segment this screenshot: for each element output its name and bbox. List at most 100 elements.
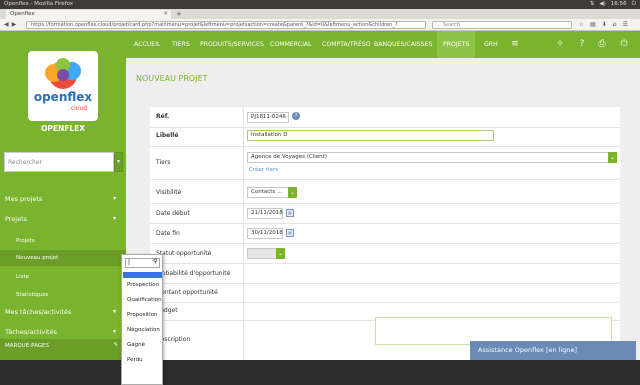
sidebar-item-label: Tâches/activités [5, 328, 57, 336]
nav-tiers[interactable]: TIERS [172, 31, 190, 58]
page-title: NOUVEAU PROJET [136, 74, 208, 83]
statut-dropdown-list: | ⚲ Prospection Qualification Propositio… [121, 254, 163, 385]
sidebar-item-mes-taches[interactable]: Mes tâches/activités ▾ [0, 308, 126, 316]
svg-text:openflex: openflex [34, 90, 93, 104]
sidebar-search-input[interactable]: Rechercher [4, 152, 114, 172]
url-bar[interactable]: https://formation.openflex.cloud/projet/… [26, 21, 426, 29]
dropdown-highlighted-option[interactable] [123, 272, 162, 278]
chevron-down-icon[interactable]: ⌄ [288, 187, 297, 198]
option-perdu[interactable]: Perdu [127, 357, 143, 363]
row-divider [150, 283, 620, 284]
option-proposition[interactable]: Proposition [127, 312, 158, 318]
statut-select[interactable] [247, 248, 277, 259]
tiers-label: Tiers [156, 159, 171, 166]
tiers-select[interactable]: Agence de Voyages (Client) [247, 152, 609, 163]
sidebar-item-mes-projets[interactable]: Mes projets ▾ [0, 195, 126, 203]
ref-input[interactable]: PJ1811-0246 [247, 112, 289, 123]
row-divider [150, 146, 620, 147]
option-negociation[interactable]: Négociation [127, 327, 160, 333]
sidebar-sub-liste[interactable]: Liste [0, 270, 126, 284]
logo-graphic: openflex .cloud [34, 58, 93, 112]
sidebar-search-dropdown[interactable]: ▾ [114, 152, 123, 172]
nav-accueil[interactable]: ACCUEIL [134, 31, 160, 58]
nav-compta-treso[interactable]: COMPTA/TRÉSO [322, 31, 371, 58]
date-fin-input[interactable]: 30/11/2018 [247, 228, 283, 239]
column-divider [243, 107, 244, 360]
chevron-down-icon[interactable]: ⌄ [608, 152, 617, 163]
browser-tab-bar: Openflex ✕ + [0, 9, 640, 19]
caret-down-icon: ▾ [112, 215, 116, 222]
creer-tiers-link[interactable]: Créer tiers [249, 167, 278, 173]
option-gagne[interactable]: Gagné [127, 342, 145, 348]
tab-title: Openflex [10, 11, 35, 17]
ref-label: Réf. [156, 113, 170, 120]
date-fin-label: Date fin [156, 230, 180, 237]
nav-produits-services[interactable]: PRODUITS/SERVICES [200, 31, 264, 58]
sidebar-item-projets[interactable]: Projets ▾ [0, 215, 126, 223]
logout-icon[interactable]: ⏻ [618, 38, 630, 50]
date-debut-label: Date début [156, 210, 190, 217]
os-tray: ⇅ ◀) 16:56 ⏻ [590, 0, 636, 9]
row-divider [150, 179, 620, 180]
top-nav: ACCUEIL TIERS PRODUITS/SERVICES COMMERCI… [126, 31, 640, 58]
sidebar-item-label: Mes projets [5, 195, 43, 203]
browser-menu-icons[interactable]: ☆▤⬇⌂☰ [579, 21, 634, 28]
sidebar-item-taches[interactable]: Tâches/activités ▾ [0, 328, 126, 336]
app: openflex .cloud OPENFLEX Rechercher ▾ Me… [0, 31, 640, 385]
row-divider [150, 127, 620, 128]
nav-grh[interactable]: GRH [484, 31, 498, 58]
libelle-input[interactable]: Installation D [247, 130, 494, 141]
sidebar-sub-projets[interactable]: Projets [0, 234, 126, 248]
nav-banques-caisses[interactable]: BANQUES/CAISSES [374, 31, 433, 58]
hamburger-menu-icon[interactable]: ≡ [509, 38, 521, 50]
os-top-bar: Openflex - Mozilla Firefox ⇅ ◀) 16:56 ⏻ [0, 0, 640, 9]
statut-label: Statut opportunité [156, 250, 212, 257]
browser-tab[interactable]: Openflex ✕ + [6, 10, 182, 19]
help-icon[interactable]: ? [576, 38, 588, 50]
brand-name: OPENFLEX [40, 124, 86, 133]
option-prospection[interactable]: Prospection [127, 282, 159, 288]
browser-search-input[interactable]: Search [432, 21, 572, 29]
caret-down-icon: ▾ [112, 328, 116, 335]
volume-icon[interactable]: ◀) [599, 0, 605, 9]
sidebar-sub-statistiques[interactable]: Statistiques [0, 288, 126, 302]
clock: 16:56 [610, 1, 627, 7]
montant-label: Montant opportunité [156, 289, 218, 296]
option-qualification[interactable]: Qualification [127, 297, 162, 303]
row-divider [150, 302, 620, 303]
back-forward-icons[interactable]: ◀▶ [4, 21, 19, 28]
new-tab-icon[interactable]: + [176, 10, 182, 19]
print-icon[interactable]: ⎙ [596, 38, 608, 50]
close-tab-icon[interactable]: ✕ [163, 10, 168, 19]
svg-text:.cloud: .cloud [69, 105, 87, 112]
tools-icon[interactable]: ✧ [554, 38, 566, 50]
caret-down-icon: ▾ [112, 308, 116, 315]
sidebar-bookmarks[interactable]: MARQUE-PAGES ✎ [0, 339, 126, 360]
chevron-down-icon[interactable]: ⌄ [276, 248, 285, 259]
probabilite-label: Probabilité d'opportunité [156, 270, 231, 277]
calendar-icon[interactable]: ▦ [286, 229, 294, 237]
network-icon[interactable]: ⇅ [590, 0, 595, 9]
sidebar-item-label: Mes tâches/activités [5, 308, 72, 316]
search-icon: ⚲ [153, 258, 158, 265]
project-form: Réf. PJ1811-0246 ? Libellé Installation … [150, 107, 620, 360]
nav-commercial[interactable]: COMMERCIAL [270, 31, 312, 58]
bookmark-icon[interactable]: ✎ [113, 342, 118, 348]
sidebar-item-label: Projets [5, 215, 28, 223]
visibilite-label: Visibilité [156, 189, 182, 196]
nav-projets[interactable]: PROJETS [437, 31, 476, 58]
assistance-chat-button[interactable]: Assistance Openflex [en ligne] [470, 341, 636, 360]
help-icon[interactable]: ? [292, 112, 300, 120]
bookmarks-label: MARQUE-PAGES [5, 343, 50, 349]
row-divider [150, 243, 620, 244]
sidebar-sub-nouveau-projet[interactable]: Nouveau projet [0, 250, 126, 266]
power-icon[interactable]: ⏻ [632, 0, 636, 9]
date-debut-input[interactable]: 21/11/2018 [247, 208, 283, 219]
row-divider [150, 263, 620, 264]
sidebar: openflex .cloud OPENFLEX Rechercher ▾ Me… [0, 31, 126, 360]
calendar-icon[interactable]: ▦ [286, 209, 294, 217]
browser-toolbar: ◀▶ https://formation.openflex.cloud/proj… [0, 19, 640, 31]
openflex-logo[interactable]: openflex .cloud [28, 51, 98, 121]
caret-down-icon: ▾ [112, 195, 116, 202]
visibilite-select[interactable]: Contacts ... [247, 187, 289, 198]
